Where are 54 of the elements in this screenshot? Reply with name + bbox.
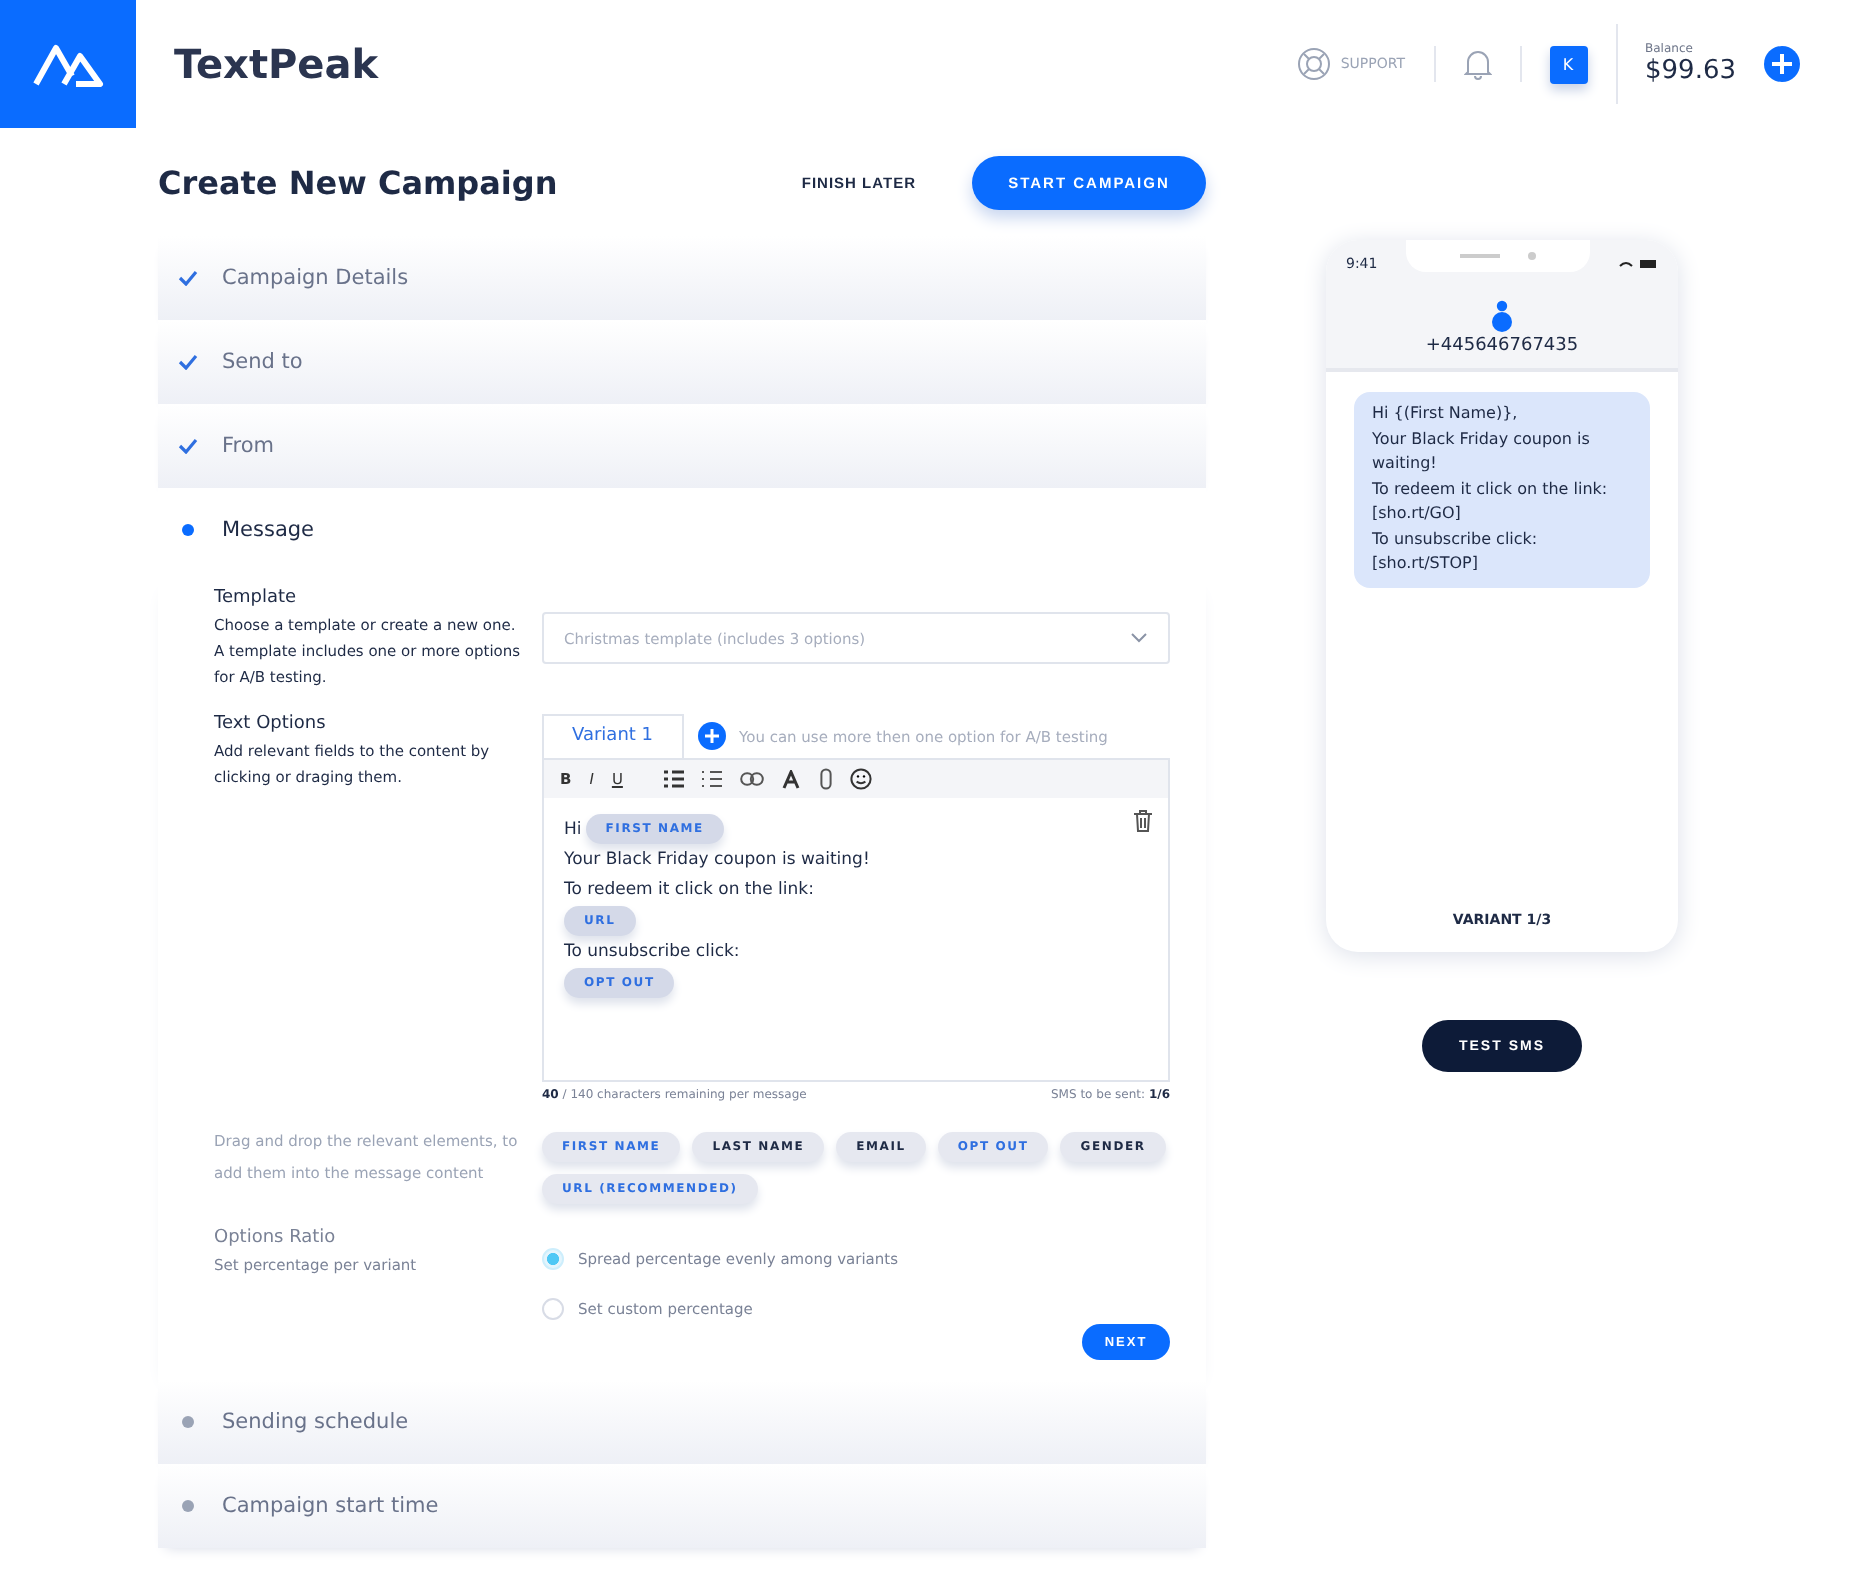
chevron-down-icon bbox=[1130, 632, 1148, 644]
message-text: Hi bbox=[564, 819, 582, 839]
page-title: Create New Campaign bbox=[158, 163, 560, 201]
lifebuoy-icon bbox=[1296, 46, 1333, 82]
add-variant-icon[interactable] bbox=[697, 722, 726, 750]
radio-button[interactable] bbox=[542, 1248, 564, 1270]
add-funds-button[interactable] bbox=[1764, 46, 1800, 82]
check-icon bbox=[178, 438, 198, 454]
plus-icon bbox=[1772, 54, 1792, 74]
message-line: [sho.rt/GO] bbox=[1372, 502, 1463, 526]
radio-button[interactable] bbox=[542, 1298, 564, 1320]
bullet-list-icon[interactable] bbox=[664, 770, 685, 788]
paperclip-icon[interactable] bbox=[820, 768, 833, 790]
step-title: Message bbox=[222, 518, 315, 542]
variant-tab[interactable]: Variant 1 bbox=[542, 714, 684, 758]
step-title: Campaign Details bbox=[222, 266, 409, 290]
check-icon bbox=[178, 354, 198, 370]
trash-icon[interactable] bbox=[1134, 810, 1152, 832]
step-title: Send to bbox=[222, 350, 303, 374]
message-text: To unsubscribe click: bbox=[564, 942, 740, 962]
contact-number: +445646767435 bbox=[1425, 336, 1579, 356]
section-title: Text Options bbox=[214, 714, 328, 734]
message-text: To redeem it click on the link: bbox=[564, 880, 814, 900]
contact-avatar-icon bbox=[1490, 300, 1514, 332]
text-color-icon[interactable] bbox=[782, 769, 803, 789]
logo-icon bbox=[32, 40, 104, 88]
message-line: To unsubscribe click: bbox=[1372, 527, 1540, 551]
section-title: Options Ratio bbox=[214, 1228, 338, 1248]
step-header[interactable]: Campaign Details bbox=[158, 236, 1206, 320]
step-title: Sending schedule bbox=[222, 1410, 409, 1434]
step-header[interactable]: Send to bbox=[158, 320, 1206, 404]
check-icon bbox=[178, 270, 198, 286]
battery-icon bbox=[1617, 258, 1658, 270]
section-title: Template bbox=[214, 588, 299, 608]
message-line: Your Black Friday coupon is waiting! bbox=[1372, 427, 1592, 476]
logo-tile[interactable] bbox=[0, 0, 136, 128]
numbered-list-icon[interactable] bbox=[702, 770, 723, 788]
link-icon[interactable] bbox=[740, 772, 765, 786]
message-line: To redeem it click on the link: bbox=[1372, 477, 1610, 501]
status-dot bbox=[182, 1416, 194, 1428]
message-text: Your Black Friday coupon is waiting! bbox=[564, 850, 870, 870]
step-header[interactable]: Campaign start time bbox=[158, 1464, 1206, 1548]
message-line: Hi {(First Name)}, bbox=[1372, 402, 1520, 426]
status-dot bbox=[182, 1500, 194, 1512]
brand-name: TextPeak bbox=[174, 40, 379, 88]
step-header[interactable]: From bbox=[158, 404, 1206, 488]
status-dot bbox=[182, 524, 194, 536]
balance-amount: $99.63 bbox=[1645, 56, 1736, 86]
emoji-icon[interactable] bbox=[850, 768, 873, 790]
user-avatar[interactable]: K bbox=[1549, 45, 1587, 83]
step-header[interactable]: Sending schedule bbox=[158, 1380, 1206, 1464]
step-title: Campaign start time bbox=[222, 1494, 439, 1518]
message-line: [sho.rt/STOP] bbox=[1372, 552, 1480, 576]
step-title: From bbox=[222, 434, 275, 458]
